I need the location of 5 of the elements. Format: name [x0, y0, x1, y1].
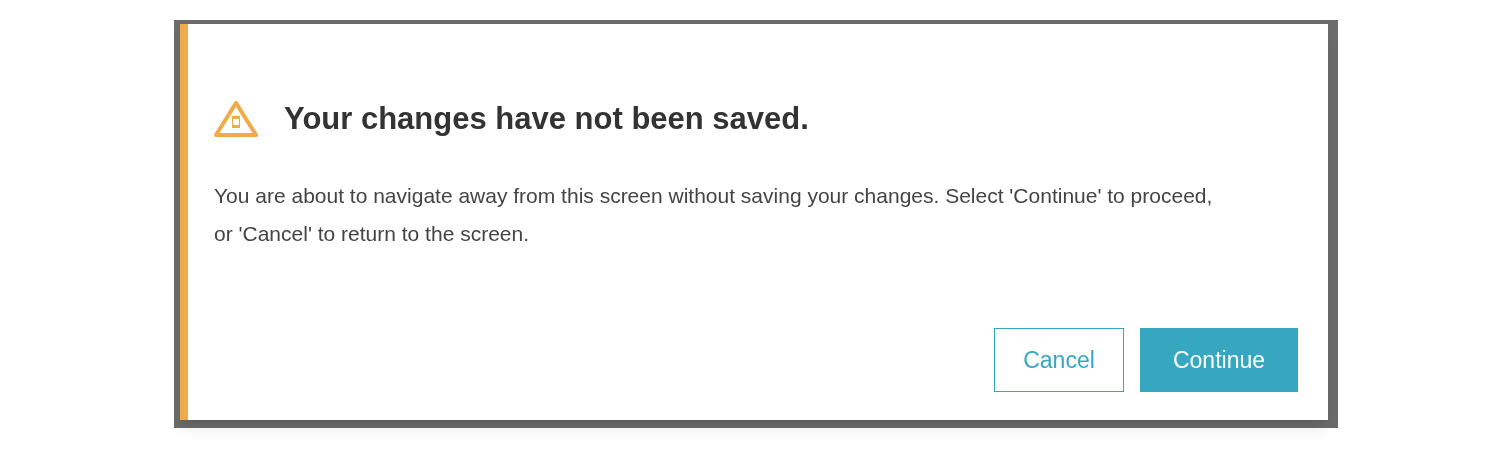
cancel-button[interactable]: Cancel: [994, 328, 1124, 392]
dialog-message: You are about to navigate away from this screen without saving your changes. Select 'Continue' to proceed, or 'Cancel' to return to the screen.: [214, 182, 1214, 247]
continue-button[interactable]: Continue: [1140, 328, 1298, 392]
dialog-title: Your changes have not been saved.: [284, 100, 809, 138]
warning-icon: [214, 101, 258, 138]
